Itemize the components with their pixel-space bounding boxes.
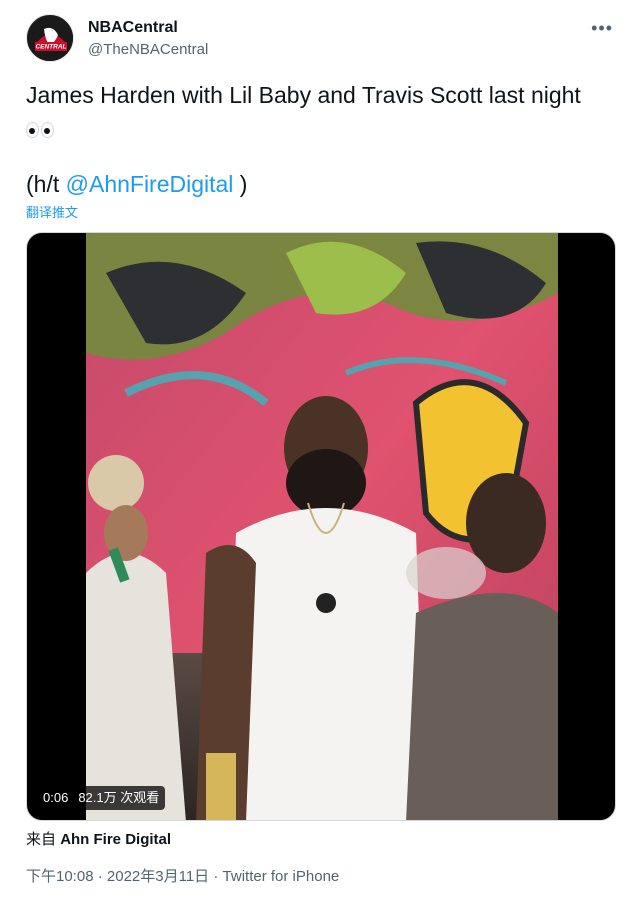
eye-icon — [41, 121, 54, 138]
hat-tip-prefix: (h/t — [26, 171, 66, 197]
video-view-count: 82.1万 次观看 — [78, 790, 160, 805]
svg-text:CENTRAL: CENTRAL — [35, 44, 66, 51]
author-names: NBACentral @TheNBACentral — [88, 18, 208, 60]
nba-central-logo-icon: CENTRAL — [28, 16, 73, 61]
hat-tip-line: (h/t @AhnFireDigital ) — [26, 169, 247, 199]
eyes-emoji-icon — [26, 113, 616, 141]
source-prefix: 来自 — [26, 831, 57, 848]
source-name-link[interactable]: Ahn Fire Digital — [60, 831, 171, 848]
tweet-time[interactable]: 下午10:08 — [26, 868, 94, 885]
separator: · — [93, 868, 107, 885]
video-timestamp: 0:06 — [43, 790, 69, 805]
tweet-date[interactable]: 2022年3月11日 — [107, 868, 209, 885]
hat-tip-suffix: ) — [233, 171, 248, 197]
separator: · — [209, 868, 223, 885]
video-info-badge: 0:06 82.1万 次观看 — [37, 786, 166, 810]
avatar[interactable]: CENTRAL — [26, 14, 74, 62]
tweet-text: James Harden with Lil Baby and Travis Sc… — [26, 80, 616, 141]
display-name[interactable]: NBACentral — [88, 18, 208, 38]
video-player[interactable]: 0:06 82.1万 次观看 — [26, 232, 616, 821]
tweet-text-line: James Harden with Lil Baby and Travis Sc… — [26, 82, 581, 108]
media-source: 来自 Ahn Fire Digital — [26, 828, 171, 849]
translate-tweet-link[interactable]: 翻译推文 — [26, 202, 78, 221]
tweet-header: CENTRAL NBACentral @TheNBACentral ••• — [26, 14, 621, 66]
more-horizontal-icon[interactable]: ••• — [591, 18, 613, 39]
handle[interactable]: @TheNBACentral — [88, 40, 208, 60]
eye-icon — [26, 121, 39, 138]
mention-link[interactable]: @AhnFireDigital — [66, 171, 234, 197]
video-frame[interactable] — [86, 233, 558, 820]
client-app-link[interactable]: Twitter for iPhone — [223, 868, 340, 885]
tweet-metadata: 下午10:08 · 2022年3月11日 · Twitter for iPhon… — [26, 865, 339, 886]
video-still-image — [86, 233, 558, 820]
